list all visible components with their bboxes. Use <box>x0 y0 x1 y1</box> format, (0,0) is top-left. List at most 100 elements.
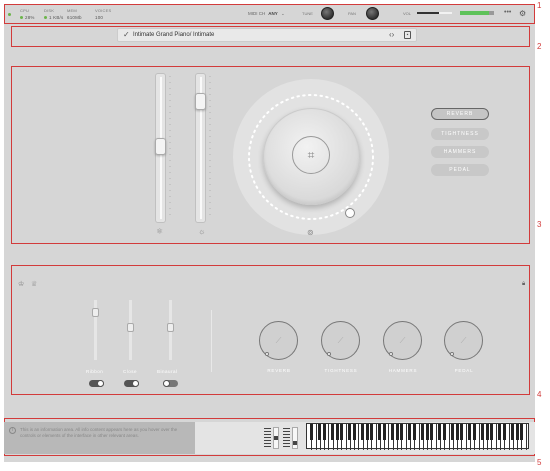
mixer-divider <box>211 310 212 372</box>
gear-icon[interactable]: ⚙ <box>519 9 526 18</box>
black-key[interactable] <box>498 424 502 440</box>
preset-browser[interactable]: ✓ Intimate Grand Piano/ Intimate ‹› ▪ <box>117 28 417 42</box>
tune-knob[interactable] <box>321 7 334 20</box>
black-key[interactable] <box>515 424 519 440</box>
mod-wheel[interactable] <box>292 427 298 449</box>
black-key[interactable] <box>412 424 416 440</box>
pan-knob[interactable] <box>366 7 379 20</box>
white-key-divider <box>465 424 467 450</box>
black-key[interactable] <box>369 424 373 440</box>
black-key[interactable] <box>442 424 446 440</box>
main-fader-1[interactable] <box>155 73 166 223</box>
black-key[interactable] <box>365 424 369 440</box>
black-key[interactable] <box>519 424 523 440</box>
black-key[interactable] <box>335 424 339 440</box>
pedal-knob-icon: ⟋ <box>460 336 467 345</box>
white-key-divider <box>375 424 377 450</box>
wheel-scale <box>264 428 271 448</box>
tightness-knob[interactable]: ⟋ <box>321 321 360 360</box>
toggle-knob <box>97 380 104 387</box>
white-key-divider <box>435 424 437 450</box>
cpu-stat: CPU 28% <box>20 8 35 20</box>
white-key-divider <box>495 424 497 450</box>
black-key[interactable] <box>481 424 485 440</box>
binaural-slider[interactable] <box>167 300 174 360</box>
reverb-button[interactable]: REVERB <box>431 108 489 120</box>
section-marker-3: 3 <box>537 220 542 229</box>
black-key[interactable] <box>318 424 322 440</box>
black-key[interactable] <box>361 424 365 440</box>
mem-label: MEM <box>67 8 77 13</box>
black-key[interactable] <box>485 424 489 440</box>
pedal-knob[interactable]: ⟋ <box>444 321 483 360</box>
black-key[interactable] <box>378 424 382 440</box>
reset-icon[interactable]: ⊚ <box>307 228 314 237</box>
knob-dot <box>265 352 269 356</box>
lock-icon[interactable]: 🔒︎ <box>522 281 525 288</box>
black-key[interactable] <box>399 424 403 440</box>
close-slider[interactable] <box>127 300 134 360</box>
preset-name: Intimate Grand Piano/ Intimate <box>133 32 215 38</box>
crown-outline-icon[interactable]: ♕ <box>31 280 37 288</box>
black-key[interactable] <box>421 424 425 440</box>
black-key[interactable] <box>429 424 433 440</box>
slider-thumb[interactable] <box>167 322 174 332</box>
black-key[interactable] <box>322 424 326 440</box>
black-key[interactable] <box>382 424 386 440</box>
black-key[interactable] <box>455 424 459 440</box>
wheel-indicator <box>293 441 297 445</box>
pedal-button[interactable]: PEDAL <box>431 164 489 176</box>
black-key[interactable] <box>511 424 515 440</box>
slider-thumb[interactable] <box>92 307 99 317</box>
black-key[interactable] <box>438 424 442 440</box>
pitch-wheel[interactable] <box>273 427 279 449</box>
black-key[interactable] <box>348 424 352 440</box>
more-dots-icon[interactable]: ••• <box>504 9 511 16</box>
main-fader-2[interactable] <box>195 73 206 223</box>
preset-nav-arrows-icon[interactable]: ‹› <box>389 30 394 39</box>
binaural-toggle[interactable] <box>163 380 178 387</box>
black-key[interactable] <box>425 424 429 440</box>
slider-thumb[interactable] <box>127 322 134 332</box>
black-key[interactable] <box>352 424 356 440</box>
save-preset-icon[interactable]: ▪ <box>404 31 411 39</box>
close-label: Close <box>123 369 138 374</box>
black-key[interactable] <box>331 424 335 440</box>
tightness-button[interactable]: TIGHTNESS <box>431 128 489 140</box>
main-knob-handle[interactable] <box>345 208 355 218</box>
black-key[interactable] <box>451 424 455 440</box>
hammers-button[interactable]: HAMMERS <box>431 146 489 158</box>
ribbon-slider[interactable] <box>92 300 99 360</box>
fader-thumb[interactable] <box>155 138 166 155</box>
tightness-knob-icon: ⟋ <box>337 336 344 345</box>
black-key[interactable] <box>502 424 506 440</box>
fader-thumb[interactable] <box>195 93 206 111</box>
piano-keyboard[interactable] <box>306 423 529 450</box>
wheel-scale <box>283 428 290 448</box>
black-key[interactable] <box>395 424 399 440</box>
close-toggle[interactable] <box>124 380 139 387</box>
black-key[interactable] <box>468 424 472 440</box>
black-key[interactable] <box>339 424 343 440</box>
vol-label: VOL <box>403 11 412 16</box>
white-key-divider <box>345 424 347 450</box>
volume-slider[interactable] <box>417 12 452 14</box>
black-key[interactable] <box>459 424 463 440</box>
reverb-knob[interactable]: ⟋ <box>259 321 298 360</box>
black-key[interactable] <box>391 424 395 440</box>
white-key-divider <box>508 424 510 450</box>
black-key[interactable] <box>408 424 412 440</box>
plugin-screenshot: 1 2 3 4 5 CPU 28% DISK 1 KB/s MEM 610Mb … <box>0 0 550 471</box>
white-key-divider <box>418 424 420 450</box>
black-key[interactable] <box>489 424 493 440</box>
info-text: This is an information area. All info co… <box>20 427 178 438</box>
black-key[interactable] <box>309 424 313 440</box>
reverb-knob-icon: ⟋ <box>275 336 282 345</box>
crown-icon[interactable]: ♔ <box>18 280 24 288</box>
ribbon-toggle[interactable] <box>89 380 104 387</box>
hammers-knob[interactable]: ⟋ <box>383 321 422 360</box>
midi-channel-select[interactable]: MIDI CH ANY ⌄ <box>248 11 285 17</box>
black-key[interactable] <box>472 424 476 440</box>
chevron-down-icon: ⌄ <box>281 11 285 16</box>
piano-strings-icon: ⌗ <box>292 136 330 174</box>
